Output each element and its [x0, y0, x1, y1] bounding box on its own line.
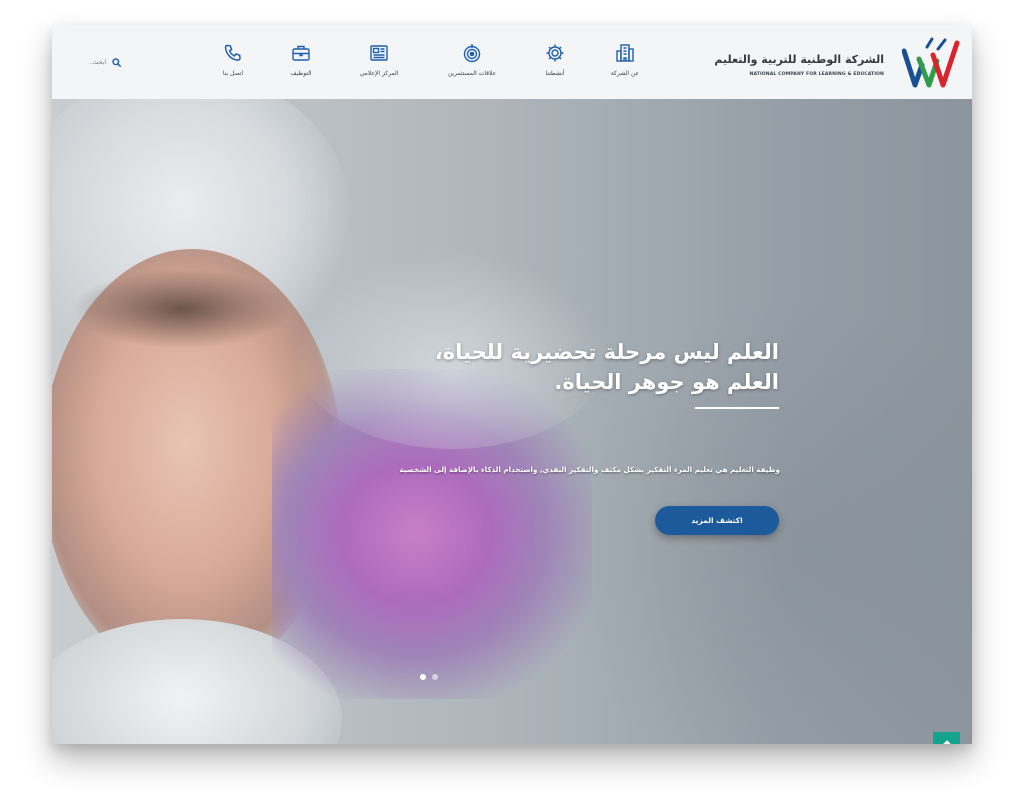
nav-item-investors[interactable]: علاقات المستثمرين: [427, 43, 517, 89]
hero-slider: العلم ليس مرحلة تحضيرية للحياة، العلم هو…: [52, 99, 972, 744]
nav-label: اتصل بنا: [222, 70, 244, 77]
building-icon: [616, 44, 634, 62]
gear-icon: [546, 44, 564, 62]
search-box[interactable]: [66, 54, 126, 70]
nav-item-media[interactable]: المركز الإعلامي: [334, 43, 424, 89]
search-icon[interactable]: [112, 57, 121, 67]
newspaper-icon: [370, 45, 388, 61]
nav-item-contact[interactable]: اتصل بنا: [188, 43, 278, 89]
arrow-up-icon: [942, 740, 951, 744]
company-logo[interactable]: الشركة الوطنية للتربية والتعليم NATIONAL…: [714, 37, 960, 89]
phone-icon: [224, 44, 241, 61]
nav-label: المركز الإعلامي: [359, 70, 399, 77]
nav-label: التوظيف: [290, 70, 312, 77]
hero-title: العلم ليس مرحلة تحضيرية للحياة، العلم هو…: [299, 337, 779, 397]
hero-divider: [695, 407, 779, 409]
target-icon: [463, 44, 481, 63]
slider-dots: [420, 674, 438, 680]
nav-item-activities[interactable]: أنشطتنا: [510, 43, 600, 89]
browser-frame: الشركة الوطنية للتربية والتعليم NATIONAL…: [52, 25, 972, 744]
briefcase-icon: [292, 45, 310, 61]
hero-photo-hair: [72, 269, 292, 349]
nav-label: علاقات المستثمرين: [447, 70, 497, 77]
discover-more-button[interactable]: اكتشف المزيد: [655, 506, 779, 535]
scroll-to-top-button[interactable]: [933, 732, 960, 744]
nav-label: أنشطتنا: [545, 70, 565, 77]
hero-description: وظيفة التعليم هي تعليم المرء التفكير بشك…: [399, 465, 780, 474]
search-input[interactable]: [66, 58, 106, 66]
slider-dot-2[interactable]: [432, 674, 438, 680]
hero-title-line-1: العلم ليس مرحلة تحضيرية للحياة،: [434, 340, 779, 364]
slider-dot-1[interactable]: [420, 674, 426, 680]
logo-name-english: NATIONAL COMPANY FOR LEARNING & EDUCATIO…: [749, 72, 884, 77]
logo-mark-icon: [902, 37, 960, 88]
hero-title-line-2: العلم هو جوهر الحياة.: [554, 370, 779, 394]
nav-label: عن الشركة: [610, 70, 640, 77]
site-header: الشركة الوطنية للتربية والتعليم NATIONAL…: [52, 25, 972, 99]
logo-name-arabic: الشركة الوطنية للتربية والتعليم: [714, 53, 884, 66]
